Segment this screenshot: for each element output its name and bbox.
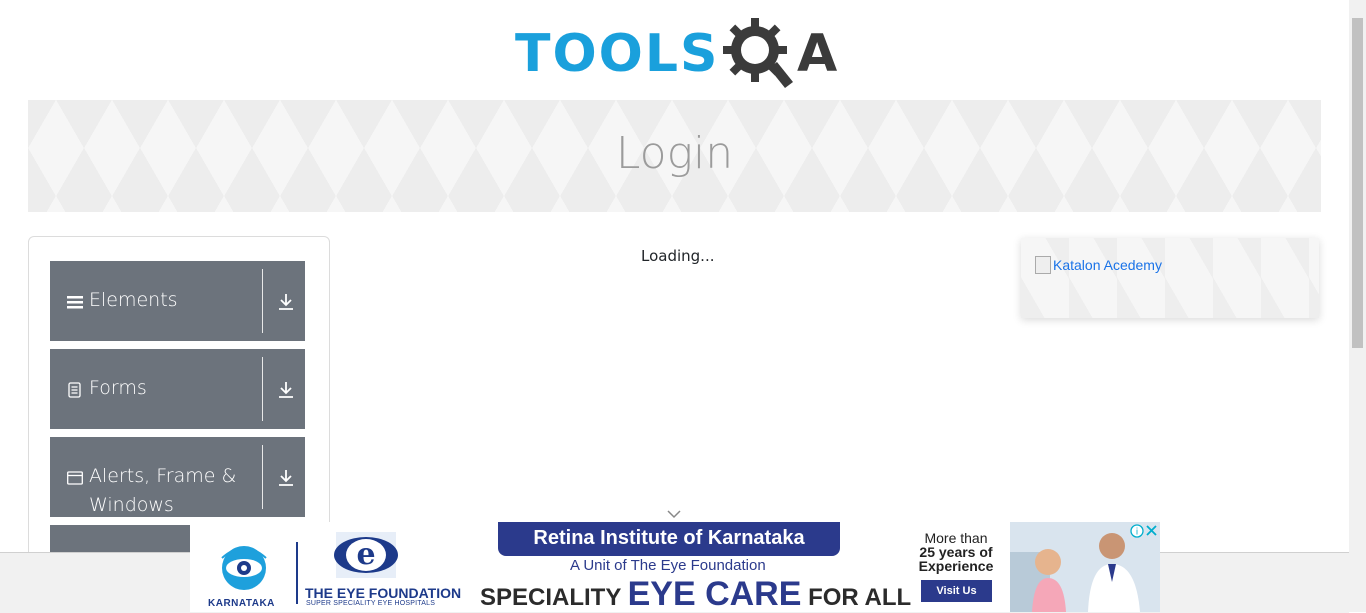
divider bbox=[262, 269, 263, 333]
ad-tagline: SPECIALITY EYE CARE FOR ALL bbox=[480, 575, 911, 612]
divider bbox=[262, 445, 263, 509]
sidebar-group-alerts[interactable]: Alerts, Frame & Windows bbox=[50, 437, 305, 517]
katalon-ad[interactable]: Katalon Acedemy bbox=[1021, 238, 1319, 318]
logo-suffix: A bbox=[797, 24, 838, 84]
download-icon bbox=[279, 294, 293, 310]
broken-image-icon bbox=[1035, 256, 1051, 274]
experience-line-3: Experience bbox=[918, 558, 994, 574]
ad-headline: Retina Institute of Karnataka bbox=[498, 522, 840, 556]
scrollbar-thumb[interactable] bbox=[1352, 18, 1363, 348]
gear-magnifier-icon bbox=[723, 18, 793, 88]
window-icon bbox=[67, 471, 83, 485]
tagline-post: FOR ALL bbox=[808, 584, 912, 611]
chevron-down-icon[interactable] bbox=[666, 509, 682, 519]
scrollbar[interactable] bbox=[1349, 0, 1366, 612]
sidebar-group-elements[interactable]: Elements bbox=[50, 261, 305, 341]
document-icon bbox=[68, 382, 81, 398]
sidebar-group-label: Alerts, Frame & Windows bbox=[89, 465, 237, 516]
experience-text: More than 25 years of Experience bbox=[916, 531, 996, 573]
foundation-name: THE EYE FOUNDATION bbox=[305, 585, 462, 601]
katalon-ad-link[interactable]: Katalon Acedemy bbox=[1035, 256, 1162, 274]
ad-alt-text: Katalon Acedemy bbox=[1053, 257, 1162, 273]
page-banner: Login bbox=[28, 100, 1321, 212]
logo-wordmark: TOOLS bbox=[515, 24, 720, 84]
svg-text:e: e bbox=[356, 537, 375, 572]
divider bbox=[262, 357, 263, 421]
bottom-ad-banner[interactable]: KARNATAKA e THE EYE FOUNDATION SUPER SPE… bbox=[190, 522, 1160, 612]
loading-text: Loading... bbox=[641, 247, 715, 265]
tagline-big: EYE CARE bbox=[627, 575, 802, 612]
foundation-subtitle: SUPER SPECIALITY EYE HOSPITALS bbox=[306, 600, 436, 607]
tagline-pre: SPECIALITY bbox=[480, 584, 621, 611]
svg-text:i: i bbox=[1136, 528, 1139, 538]
ad-unit-text: A Unit of The Eye Foundation bbox=[570, 557, 766, 574]
toolsqa-logo[interactable]: TOOLS A bbox=[515, 16, 845, 90]
experience-line-1: More than bbox=[924, 530, 988, 546]
retina-brand-region: KARNATAKA bbox=[208, 598, 275, 609]
page-title: Login bbox=[615, 128, 734, 179]
sidebar-group-label: Forms bbox=[89, 377, 147, 399]
adchoices-icon[interactable]: i bbox=[1130, 524, 1158, 538]
download-icon bbox=[279, 382, 293, 398]
sidebar-group-label: Elements bbox=[89, 289, 178, 311]
hamburger-icon bbox=[67, 296, 83, 309]
download-icon bbox=[279, 470, 293, 486]
sidebar-group-forms[interactable]: Forms bbox=[50, 349, 305, 429]
visit-us-button[interactable]: Visit Us bbox=[921, 580, 992, 602]
divider bbox=[296, 542, 298, 604]
foundation-eye-icon: e bbox=[334, 532, 398, 578]
